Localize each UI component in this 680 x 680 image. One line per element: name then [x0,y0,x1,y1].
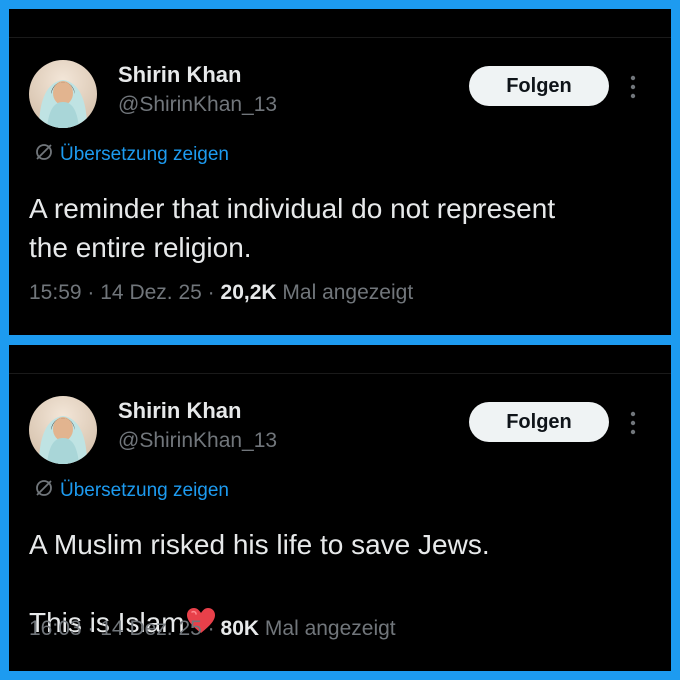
follow-button[interactable]: Folgen [469,402,609,442]
vertical-ellipsis-icon[interactable] [625,409,641,437]
user-handle[interactable]: @ShirinKhan_13 [118,93,277,117]
display-name[interactable]: Shirin Khan [118,398,241,424]
tweet-meta: 15:59 · 14 Dez. 25 · 20,2K Mal angezeigt [29,281,413,305]
tweet-meta: 16:03 · 14 Dez. 25 · 80K Mal angezeigt [29,617,396,641]
show-translation-link[interactable]: Übersetzung zeigen [34,142,229,168]
follow-button[interactable]: Folgen [469,66,609,106]
tweet-card: Shirin Khan @ShirinKhan_13 Folgen Überse… [9,345,671,671]
vertical-ellipsis-icon[interactable] [625,73,641,101]
tweet-card: Shirin Khan @ShirinKhan_13 Folgen Überse… [9,9,671,335]
tweet-time[interactable]: 15:59 [29,281,82,304]
tweet-date[interactable]: 14 Dez. 25 [100,281,202,304]
divider [9,37,671,38]
display-name[interactable]: Shirin Khan [118,62,241,88]
divider [9,373,671,374]
tweet-date[interactable]: 14 Dez. 25 [100,617,202,640]
globe-icon [34,142,54,168]
user-handle[interactable]: @ShirinKhan_13 [118,429,277,453]
show-translation-label: Übersetzung zeigen [60,144,229,165]
meta-separator: · [87,617,95,640]
meta-separator: · [207,281,215,304]
globe-icon [34,478,54,504]
meta-separator: · [207,617,215,640]
tweet-text: A reminder that individual do not repres… [29,193,556,263]
avatar[interactable] [29,60,97,128]
meta-separator: · [87,281,95,304]
avatar[interactable] [29,396,97,464]
show-translation-label: Übersetzung zeigen [60,480,229,501]
show-translation-link[interactable]: Übersetzung zeigen [34,478,229,504]
view-count-label: Mal angezeigt [264,617,396,640]
view-count[interactable]: 20,2K [221,281,277,304]
view-count-label: Mal angezeigt [282,281,414,304]
view-count[interactable]: 80K [221,617,260,640]
tweet-time[interactable]: 16:03 [29,617,82,640]
